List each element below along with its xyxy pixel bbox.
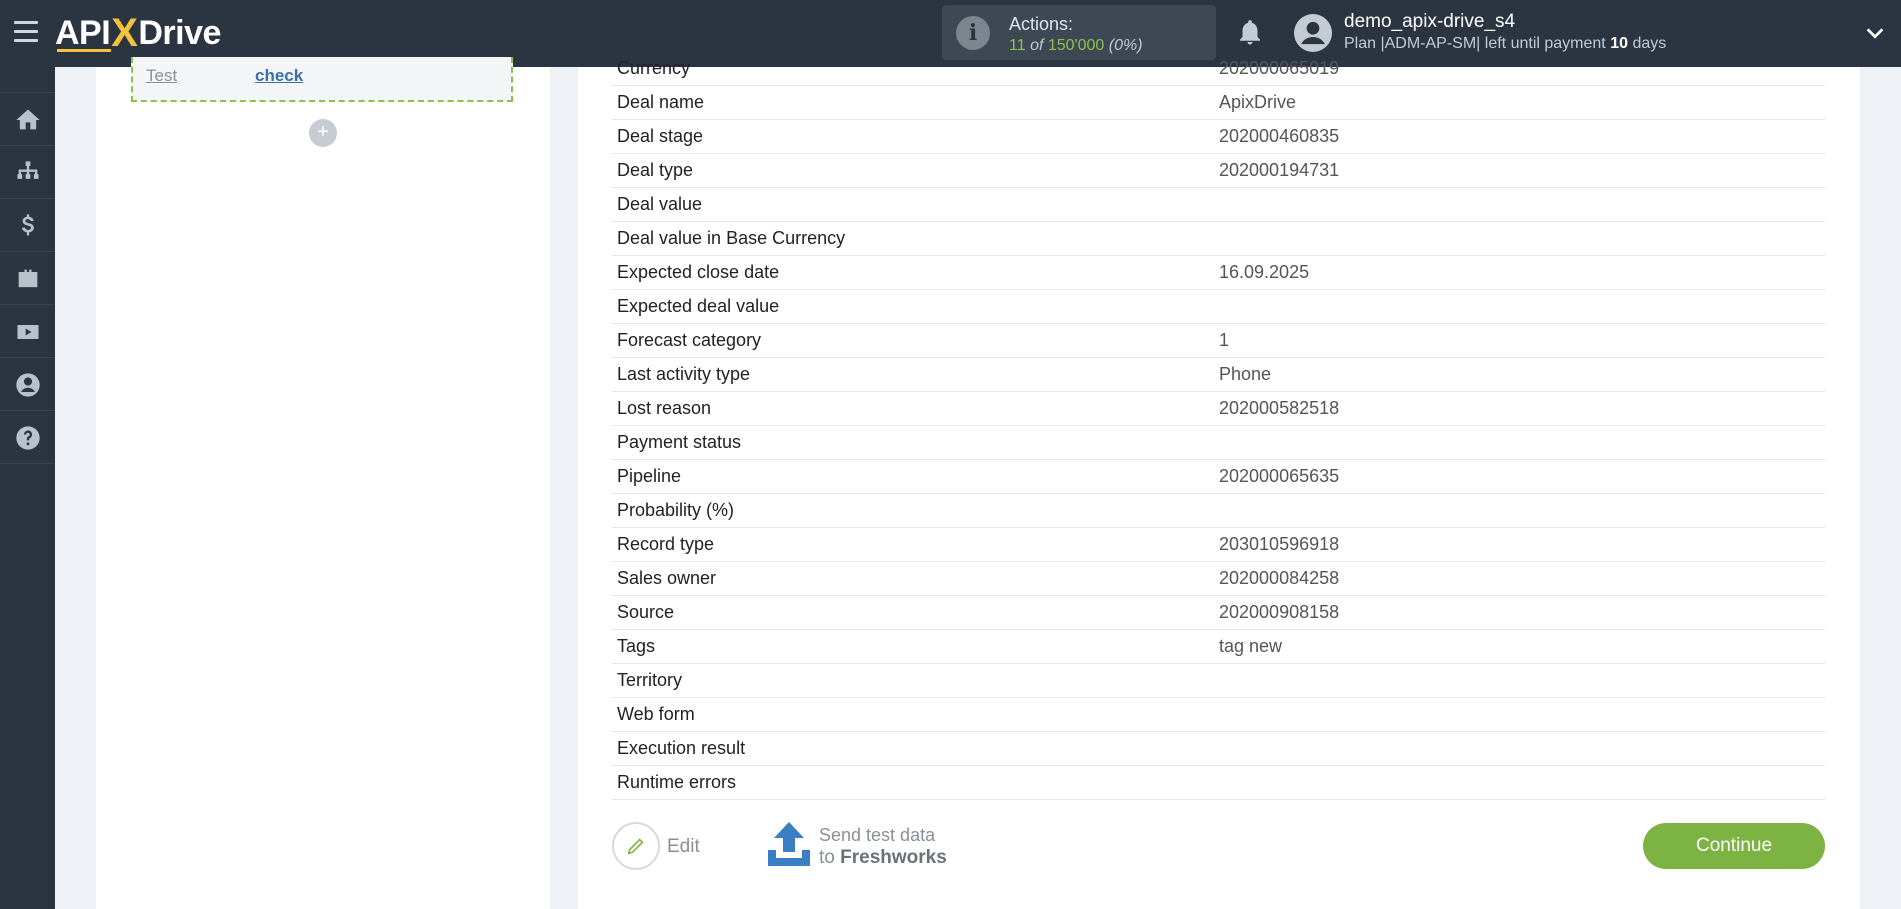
add-step-button[interactable]: + xyxy=(309,119,337,147)
table-row: Execution result xyxy=(612,732,1825,766)
table-row: Sales owner 202000084258 xyxy=(612,562,1825,596)
table-row: Probability (%) xyxy=(612,494,1825,528)
field-name: Sales owner xyxy=(617,568,717,588)
check-link[interactable]: check xyxy=(255,66,303,86)
field-value: 1 xyxy=(1219,330,1230,350)
sitemap-icon xyxy=(17,160,38,179)
field-name: Deal type xyxy=(617,160,694,180)
field-value: ApixDrive xyxy=(1219,92,1297,112)
table-row: Deal value in Base Currency xyxy=(612,222,1825,256)
field-name: Currency xyxy=(617,58,691,78)
sidebar-spacer xyxy=(0,67,55,93)
field-name: Runtime errors xyxy=(617,772,737,792)
avatar[interactable] xyxy=(1294,14,1332,52)
table-row: Deal stage 202000460835 xyxy=(612,120,1825,154)
field-name: Lost reason xyxy=(617,398,712,418)
menu-icon[interactable] xyxy=(14,21,38,43)
chevron-down-icon[interactable] xyxy=(1864,22,1886,44)
field-name: Expected close date xyxy=(617,262,780,282)
table-row: Currency 202000065019 xyxy=(612,52,1825,86)
field-name: Last activity type xyxy=(617,364,751,384)
test-link[interactable]: Test xyxy=(146,66,177,86)
field-value: 202000065635 xyxy=(1219,466,1340,486)
youtube-icon xyxy=(17,324,38,339)
sidebar-item-video[interactable] xyxy=(0,306,55,358)
sidebar-item-services[interactable] xyxy=(0,253,55,305)
pencil-icon xyxy=(627,838,644,855)
user-plan: Plan |ADM-AP-SM| left until payment 10 d… xyxy=(1344,35,1667,52)
action-bar: Edit Send test data to Freshworks Contin… xyxy=(578,812,1860,872)
field-value: 16.09.2025 xyxy=(1219,262,1310,282)
test-step-box: Test check xyxy=(131,57,513,102)
upload-icon[interactable] xyxy=(766,820,812,868)
table-row: Last activity type Phone xyxy=(612,358,1825,392)
sidebar xyxy=(0,67,55,909)
field-name: Execution result xyxy=(617,738,746,758)
field-value: 202000908158 xyxy=(1219,602,1340,622)
info-icon: i xyxy=(956,16,990,50)
table-row: Source 202000908158 xyxy=(612,596,1825,630)
edit-label[interactable]: Edit xyxy=(667,836,700,858)
user-name[interactable]: demo_apix-drive_s4 xyxy=(1344,11,1515,33)
table-row: Record type 203010596918 xyxy=(612,528,1825,562)
table-row: Expected close date 16.09.2025 xyxy=(612,256,1825,290)
table-row: Deal type 202000194731 xyxy=(612,154,1825,188)
field-name: Web form xyxy=(617,704,695,724)
send-target-label[interactable]: to Freshworks xyxy=(819,847,947,869)
field-value: 202000460835 xyxy=(1219,126,1340,146)
bell-icon[interactable] xyxy=(1235,16,1265,48)
table-row: Forecast category 1 xyxy=(612,324,1825,358)
sidebar-item-help[interactable] xyxy=(0,412,55,464)
continue-button[interactable]: Continue xyxy=(1643,823,1825,869)
table-row: Deal value xyxy=(612,188,1825,222)
table-row: Web form xyxy=(612,698,1825,732)
field-value: Phone xyxy=(1219,364,1272,384)
home-icon xyxy=(15,109,40,129)
logo-underline xyxy=(57,49,111,52)
sidebar-item-home[interactable] xyxy=(0,94,55,146)
field-value: tag new xyxy=(1219,636,1283,656)
dollar-icon xyxy=(21,213,34,235)
field-value: 202000194731 xyxy=(1219,160,1340,180)
field-name: Record type xyxy=(617,534,715,554)
field-value: 202000065019 xyxy=(1219,58,1340,78)
table-row: Tags tag new xyxy=(612,630,1825,664)
field-name: Deal value xyxy=(617,194,703,214)
field-name: Forecast category xyxy=(617,330,762,350)
table-row: Lost reason 202000582518 xyxy=(612,392,1825,426)
send-test-data-label[interactable]: Send test data xyxy=(819,825,935,846)
table-row: Runtime errors xyxy=(612,766,1825,800)
field-name: Deal value in Base Currency xyxy=(617,228,846,248)
help-icon xyxy=(15,425,40,450)
field-name: Tags xyxy=(617,636,656,656)
sidebar-item-connections[interactable] xyxy=(0,147,55,199)
table-row: Payment status xyxy=(612,426,1825,460)
field-value: 202000084258 xyxy=(1219,568,1340,588)
edit-button[interactable] xyxy=(612,822,660,870)
field-name: Pipeline xyxy=(617,466,682,486)
field-value: 202000582518 xyxy=(1219,398,1340,418)
table-row: Territory xyxy=(612,664,1825,698)
actions-label: Actions: xyxy=(1009,14,1074,34)
main-panel: Currency 202000065019 Deal name ApixDrive De… xyxy=(578,58,1860,909)
table-row: Expected deal value xyxy=(612,290,1825,324)
field-value: 203010596918 xyxy=(1219,534,1340,554)
table-row: Deal name ApixDrive xyxy=(612,86,1825,120)
sidebar-item-billing[interactable] xyxy=(0,200,55,252)
field-name: Territory xyxy=(617,670,683,690)
field-name: Probability (%) xyxy=(617,500,735,520)
field-name: Source xyxy=(617,602,675,622)
sidebar-item-profile[interactable] xyxy=(0,359,55,411)
left-panel: Test check + xyxy=(96,57,550,909)
user-icon xyxy=(15,372,40,397)
field-name: Payment status xyxy=(617,432,742,452)
field-name: Expected deal value xyxy=(617,296,780,316)
test-data-table: Currency 202000065019 Deal name ApixDrive De… xyxy=(612,52,1825,800)
field-name: Deal name xyxy=(617,92,705,112)
field-name: Deal stage xyxy=(617,126,704,146)
apixdrive-logo[interactable]: API X Drive xyxy=(55,11,221,55)
table-row: Pipeline 202000065635 xyxy=(612,460,1825,494)
briefcase-icon xyxy=(18,269,37,287)
